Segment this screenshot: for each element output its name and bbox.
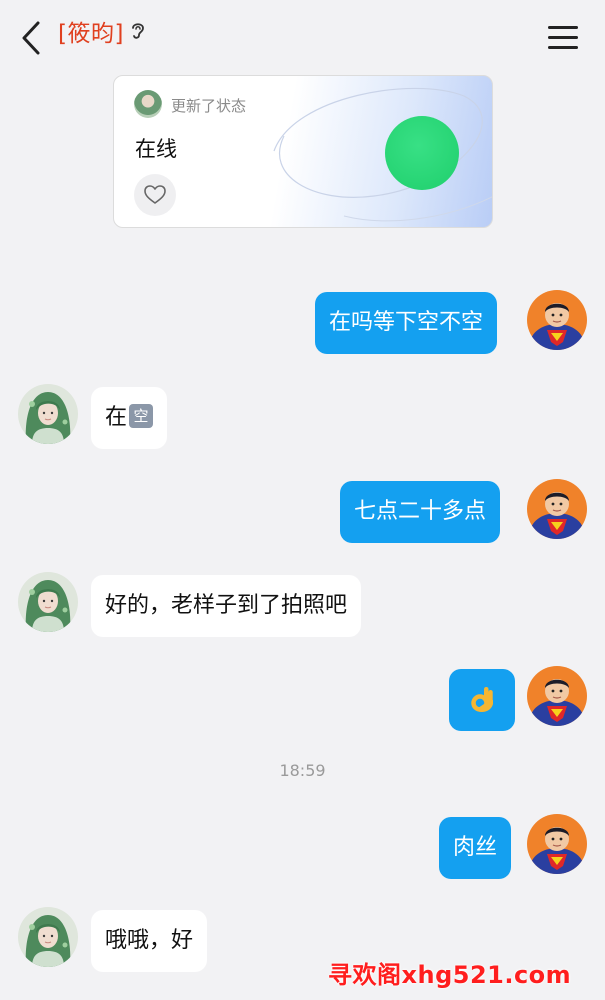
ok-hand-emoji — [471, 687, 493, 712]
message-bubble-received[interactable]: 哦哦，好 — [91, 910, 208, 972]
heart-icon — [144, 185, 166, 204]
message-bubble-sent[interactable] — [449, 669, 515, 731]
my-avatar[interactable] — [527, 479, 587, 539]
status-card[interactable]: 更新了状态 在线 — [113, 75, 493, 228]
menu-icon — [548, 26, 578, 29]
keycap-emoji: 空 — [129, 404, 154, 428]
like-button[interactable] — [134, 174, 176, 216]
message-bubble-sent[interactable]: 肉丝 — [439, 817, 512, 879]
ear-icon[interactable] — [128, 20, 148, 42]
menu-button[interactable] — [548, 26, 578, 50]
my-avatar[interactable] — [527, 666, 587, 726]
message-bubble-sent[interactable]: 在吗等下空不空 — [315, 292, 498, 354]
back-button[interactable] — [18, 20, 48, 56]
message-bubble-received[interactable]: 在空 — [91, 387, 168, 449]
status-text: 在线 — [135, 137, 177, 161]
card-avatar — [134, 90, 162, 118]
status-updated-label: 更新了状态 — [171, 97, 247, 115]
message-bubble-sent[interactable]: 七点二十多点 — [340, 481, 501, 543]
online-status-dot — [385, 116, 459, 190]
my-avatar[interactable] — [527, 814, 587, 874]
message-timestamp: 18:59 — [279, 761, 326, 780]
contact-avatar[interactable] — [18, 384, 78, 444]
contact-name[interactable]: [筱昀] — [58, 14, 124, 48]
message-bubble-received[interactable]: 好的，老样子到了拍照吧 — [91, 575, 362, 637]
top-bar: [筱昀] — [0, 0, 605, 70]
message-text: 在 — [105, 405, 128, 430]
watermark: 寻欢阁xhg521.com — [328, 961, 572, 989]
my-avatar[interactable] — [527, 290, 587, 350]
back-chevron-icon — [22, 21, 40, 55]
contact-avatar[interactable] — [18, 572, 78, 632]
contact-avatar[interactable] — [18, 907, 78, 967]
